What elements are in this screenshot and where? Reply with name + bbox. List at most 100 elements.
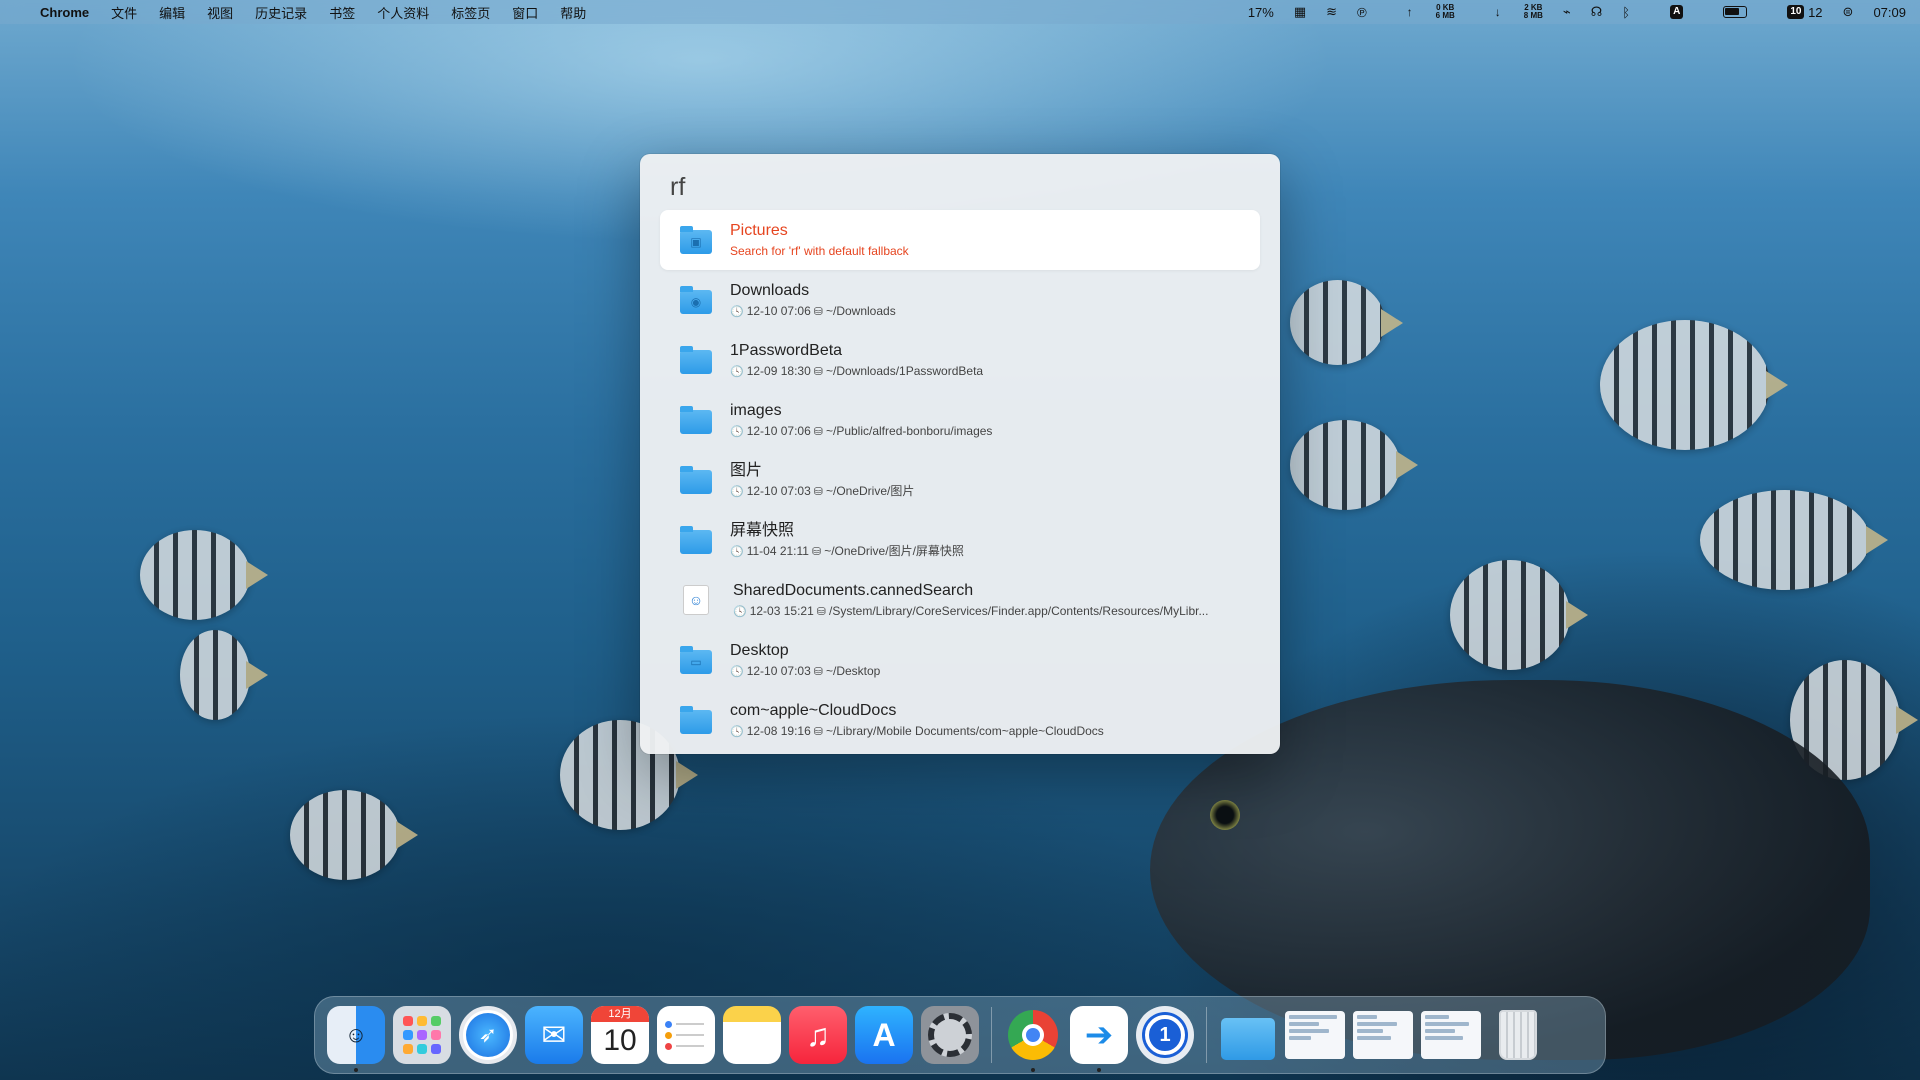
result-title: Downloads — [730, 281, 810, 299]
dock-minimized-window[interactable] — [1285, 1011, 1345, 1059]
running-indicator — [1031, 1068, 1035, 1072]
menu-bar: Chrome 文件 编辑 视图 历史记录 书签 个人资料 标签页 窗口 帮助 1… — [0, 0, 1920, 24]
path-icon: ⛁ — [813, 365, 823, 378]
dock-transfer-app[interactable]: ➔ — [1070, 1006, 1128, 1072]
result-item[interactable]: ▭ Desktop 🕓 12-10 07:03 ⛁ ~/Desktop — [660, 630, 1260, 690]
result-modified-time: 12-09 18:30 — [746, 363, 811, 378]
clock-icon: 🕓 — [730, 305, 744, 318]
menu-history[interactable]: 历史记录 — [255, 3, 307, 22]
fish-decoration — [1450, 560, 1570, 670]
menu-bar-right: 17% ▦ ≋ ℗ ↑ 0 KB 6 MB ↓ 2 KB 8 MB ⌁ ☊ ᛒ A … — [1228, 4, 1906, 20]
control-center-icon[interactable]: ⊜ — [1843, 4, 1854, 20]
result-title: images — [730, 401, 782, 419]
dock-trash[interactable] — [1489, 1006, 1547, 1064]
pastebot-icon[interactable]: ℗ — [1357, 5, 1367, 20]
folder-icon — [680, 526, 712, 554]
dock-reminders[interactable] — [657, 1006, 715, 1064]
path-icon: ⛁ — [816, 605, 826, 618]
bluetooth-icon[interactable]: ᛒ — [1622, 5, 1630, 20]
gear-icon — [928, 1013, 972, 1057]
menu-file[interactable]: 文件 — [111, 3, 137, 22]
translate-icon[interactable]: ▦ — [1294, 4, 1306, 20]
menu-help[interactable]: 帮助 — [560, 3, 586, 22]
path-icon: ⛁ — [813, 485, 823, 498]
calendar-day: 10 — [603, 1024, 637, 1057]
upload-arrow-icon: ↑ — [1406, 5, 1413, 19]
result-item[interactable]: images 🕓 12-10 07:06 ⛁ ~/Public/alfred-bonb… — [660, 390, 1260, 450]
results-list: ▣ Pictures Search for 'rf' with default … — [660, 210, 1260, 750]
result-title: Desktop — [730, 641, 789, 659]
menu-profiles[interactable]: 个人资料 — [377, 3, 429, 22]
dock-calendar[interactable]: 12月 10 — [591, 1006, 649, 1064]
result-texts: 1PasswordBeta 🕓 12-09 18:30 ⛁ ~/Downloads/1… — [730, 341, 983, 380]
search-input[interactable]: rf — [660, 164, 1260, 210]
fish-decoration — [1290, 280, 1385, 365]
menu-view[interactable]: 视图 — [207, 3, 233, 22]
dock-app-store[interactable]: A — [855, 1006, 913, 1064]
upload-stat[interactable]: ↑ 0 KB 6 MB — [1387, 4, 1455, 20]
folder-icon — [680, 346, 712, 374]
menu-bookmarks[interactable]: 书签 — [329, 3, 355, 22]
app-menu[interactable]: Chrome — [40, 5, 89, 20]
running-indicator — [354, 1068, 358, 1072]
dock-folder[interactable] — [1219, 1006, 1277, 1064]
dock-launchpad[interactable] — [393, 1006, 451, 1064]
clock-icon: 🕓 — [730, 725, 744, 738]
dock-notes[interactable] — [723, 1006, 781, 1064]
dock-system-preferences[interactable] — [921, 1006, 979, 1064]
result-texts: SharedDocuments.cannedSearch 🕓 12-03 15:2… — [733, 581, 1208, 620]
input-source-label: A — [1670, 5, 1684, 19]
input-source-icon[interactable]: A — [1650, 5, 1684, 19]
result-texts: Pictures Search for 'rf' with default fa… — [730, 221, 909, 259]
result-item[interactable]: ◉ Downloads 🕓 12-10 07:06 ⛁ ~/Downloads — [660, 270, 1260, 330]
dock-1password[interactable]: 1 — [1136, 1006, 1194, 1064]
fish-decoration — [140, 530, 250, 620]
cpu-usage[interactable]: 17% — [1248, 5, 1274, 20]
result-item[interactable]: ☺ SharedDocuments.cannedSearch 🕓 12-03 15… — [660, 570, 1260, 630]
result-subtitle: 🕓 12-10 07:06 ⛁ ~/Public/alfred-bonboru/ima… — [730, 423, 992, 440]
result-title: 图片 — [730, 461, 763, 479]
canned-search-icon: ☺ — [683, 585, 709, 615]
arrow-right-icon: ➔ — [1084, 1016, 1114, 1054]
folder-icon — [680, 406, 712, 434]
result-modified-time: 12-10 07:06 — [746, 423, 811, 438]
dock-minimized-window[interactable] — [1421, 1011, 1481, 1059]
path-icon: ⛁ — [813, 425, 823, 438]
menu-window[interactable]: 窗口 — [512, 3, 538, 22]
dock-safari[interactable]: ➶ — [459, 1006, 517, 1064]
result-path: ~/Downloads — [825, 303, 896, 318]
battery-icon[interactable] — [1703, 6, 1748, 18]
calendar-status[interactable]: 10 12 — [1767, 5, 1823, 20]
menu-tabs[interactable]: 标签页 — [451, 3, 490, 22]
result-item[interactable]: 1PasswordBeta 🕓 12-09 18:30 ⛁ ~/Downloads/1… — [660, 330, 1260, 390]
folder-icon — [1221, 1018, 1275, 1060]
onepassword-icon: 1 — [1145, 1015, 1185, 1055]
headphones-icon[interactable]: ☊ — [1591, 4, 1603, 20]
result-item[interactable]: 图片 🕓 12-10 07:03 ⛁ ~/OneDrive/图片 — [660, 450, 1260, 510]
wifi-off-icon[interactable]: ⌁ — [1563, 4, 1571, 20]
result-subtitle: 🕓 12-03 15:21 ⛁/System/Library/CoreService… — [733, 603, 1208, 620]
compass-icon: ➶ — [466, 1013, 510, 1057]
dock-music[interactable]: ♫ — [789, 1006, 847, 1064]
result-item[interactable]: com~apple~CloudDocs 🕓 12-08 19:16 ⛁ ~/Libra… — [660, 690, 1260, 750]
result-texts: Desktop 🕓 12-10 07:03 ⛁ ~/Desktop — [730, 641, 880, 680]
chrome-icon — [1008, 1010, 1058, 1060]
result-texts: 图片 🕓 12-10 07:03 ⛁ ~/OneDrive/图片 — [730, 461, 914, 500]
menu-edit[interactable]: 编辑 — [159, 3, 185, 22]
dock-mail[interactable]: ✉ — [525, 1006, 583, 1064]
alfred-search-window: rf ▣ Pictures Search for 'rf' with defau… — [640, 154, 1280, 754]
result-item[interactable]: 屏幕快照 🕓 11-04 21:11 ⛁ ~/OneDrive/图片/屏幕快照 — [660, 510, 1260, 570]
bartender-icon[interactable]: ≋ — [1326, 4, 1337, 20]
download-arrow-icon: ↓ — [1494, 5, 1501, 19]
dock-chrome[interactable] — [1004, 1006, 1062, 1072]
day-badge: 10 — [1787, 5, 1805, 19]
result-item[interactable]: ▣ Pictures Search for 'rf' with default … — [660, 210, 1260, 270]
clock-icon: 🕓 — [730, 425, 744, 438]
result-modified-time: 12-10 07:03 — [746, 663, 811, 678]
clock[interactable]: 07:09 — [1873, 5, 1906, 20]
download-total: 8 MB — [1523, 11, 1543, 20]
dock-minimized-window[interactable] — [1353, 1011, 1413, 1059]
dock-finder[interactable]: ☺ — [327, 1006, 385, 1072]
app-store-icon: A — [872, 1016, 896, 1053]
download-stat[interactable]: ↓ 2 KB 8 MB — [1475, 4, 1543, 20]
